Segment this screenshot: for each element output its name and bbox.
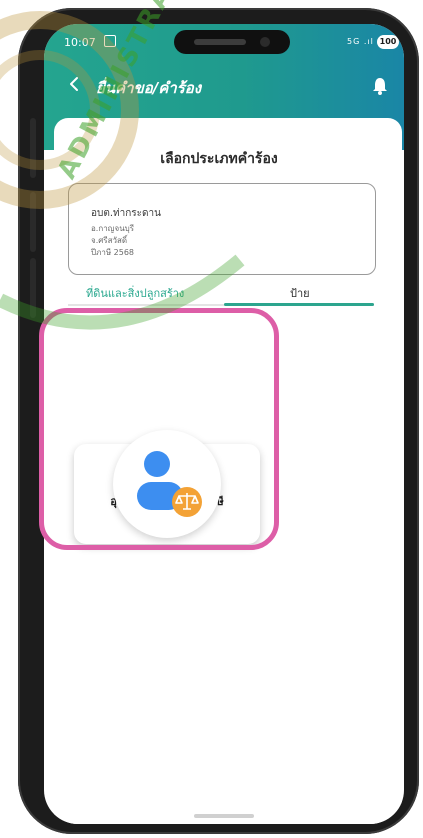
highlight-outline <box>39 308 279 550</box>
side-button <box>30 118 36 178</box>
tab-active-indicator <box>224 303 374 306</box>
agency-name: อบต.ท่ากระดาน <box>91 208 161 219</box>
card-title: เลือกประเภทคำร้อง <box>160 151 278 167</box>
side-button <box>30 258 36 318</box>
agency-info-box: อบต.ท่ากระดาน อ.กาญจนบุรี จ.ศรีสวัสดิ์ ป… <box>68 183 376 275</box>
back-arrow-icon[interactable] <box>66 76 82 92</box>
tab-signboard[interactable]: ป้าย <box>290 284 310 302</box>
tax-year: ปีภาษี 2568 <box>91 248 135 257</box>
bell-icon[interactable] <box>370 76 390 96</box>
signal-icon: 5G .ıl <box>347 37 374 46</box>
side-button <box>30 192 36 252</box>
battery-icon: 100 <box>377 35 399 49</box>
dynamic-island <box>174 30 290 54</box>
front-camera <box>260 37 270 47</box>
speaker-pill <box>194 39 246 45</box>
home-indicator <box>194 814 254 818</box>
page-title: ยื่นคำขอ/คำร้อง <box>96 79 202 97</box>
status-time: 10:07 <box>64 36 96 49</box>
app-header: ยื่นคำขอ/คำร้อง <box>44 66 404 106</box>
tab-land-and-buildings[interactable]: ที่ดินและสิ่งปลูกสร้าง <box>86 284 184 302</box>
screenshot-icon <box>104 35 116 47</box>
